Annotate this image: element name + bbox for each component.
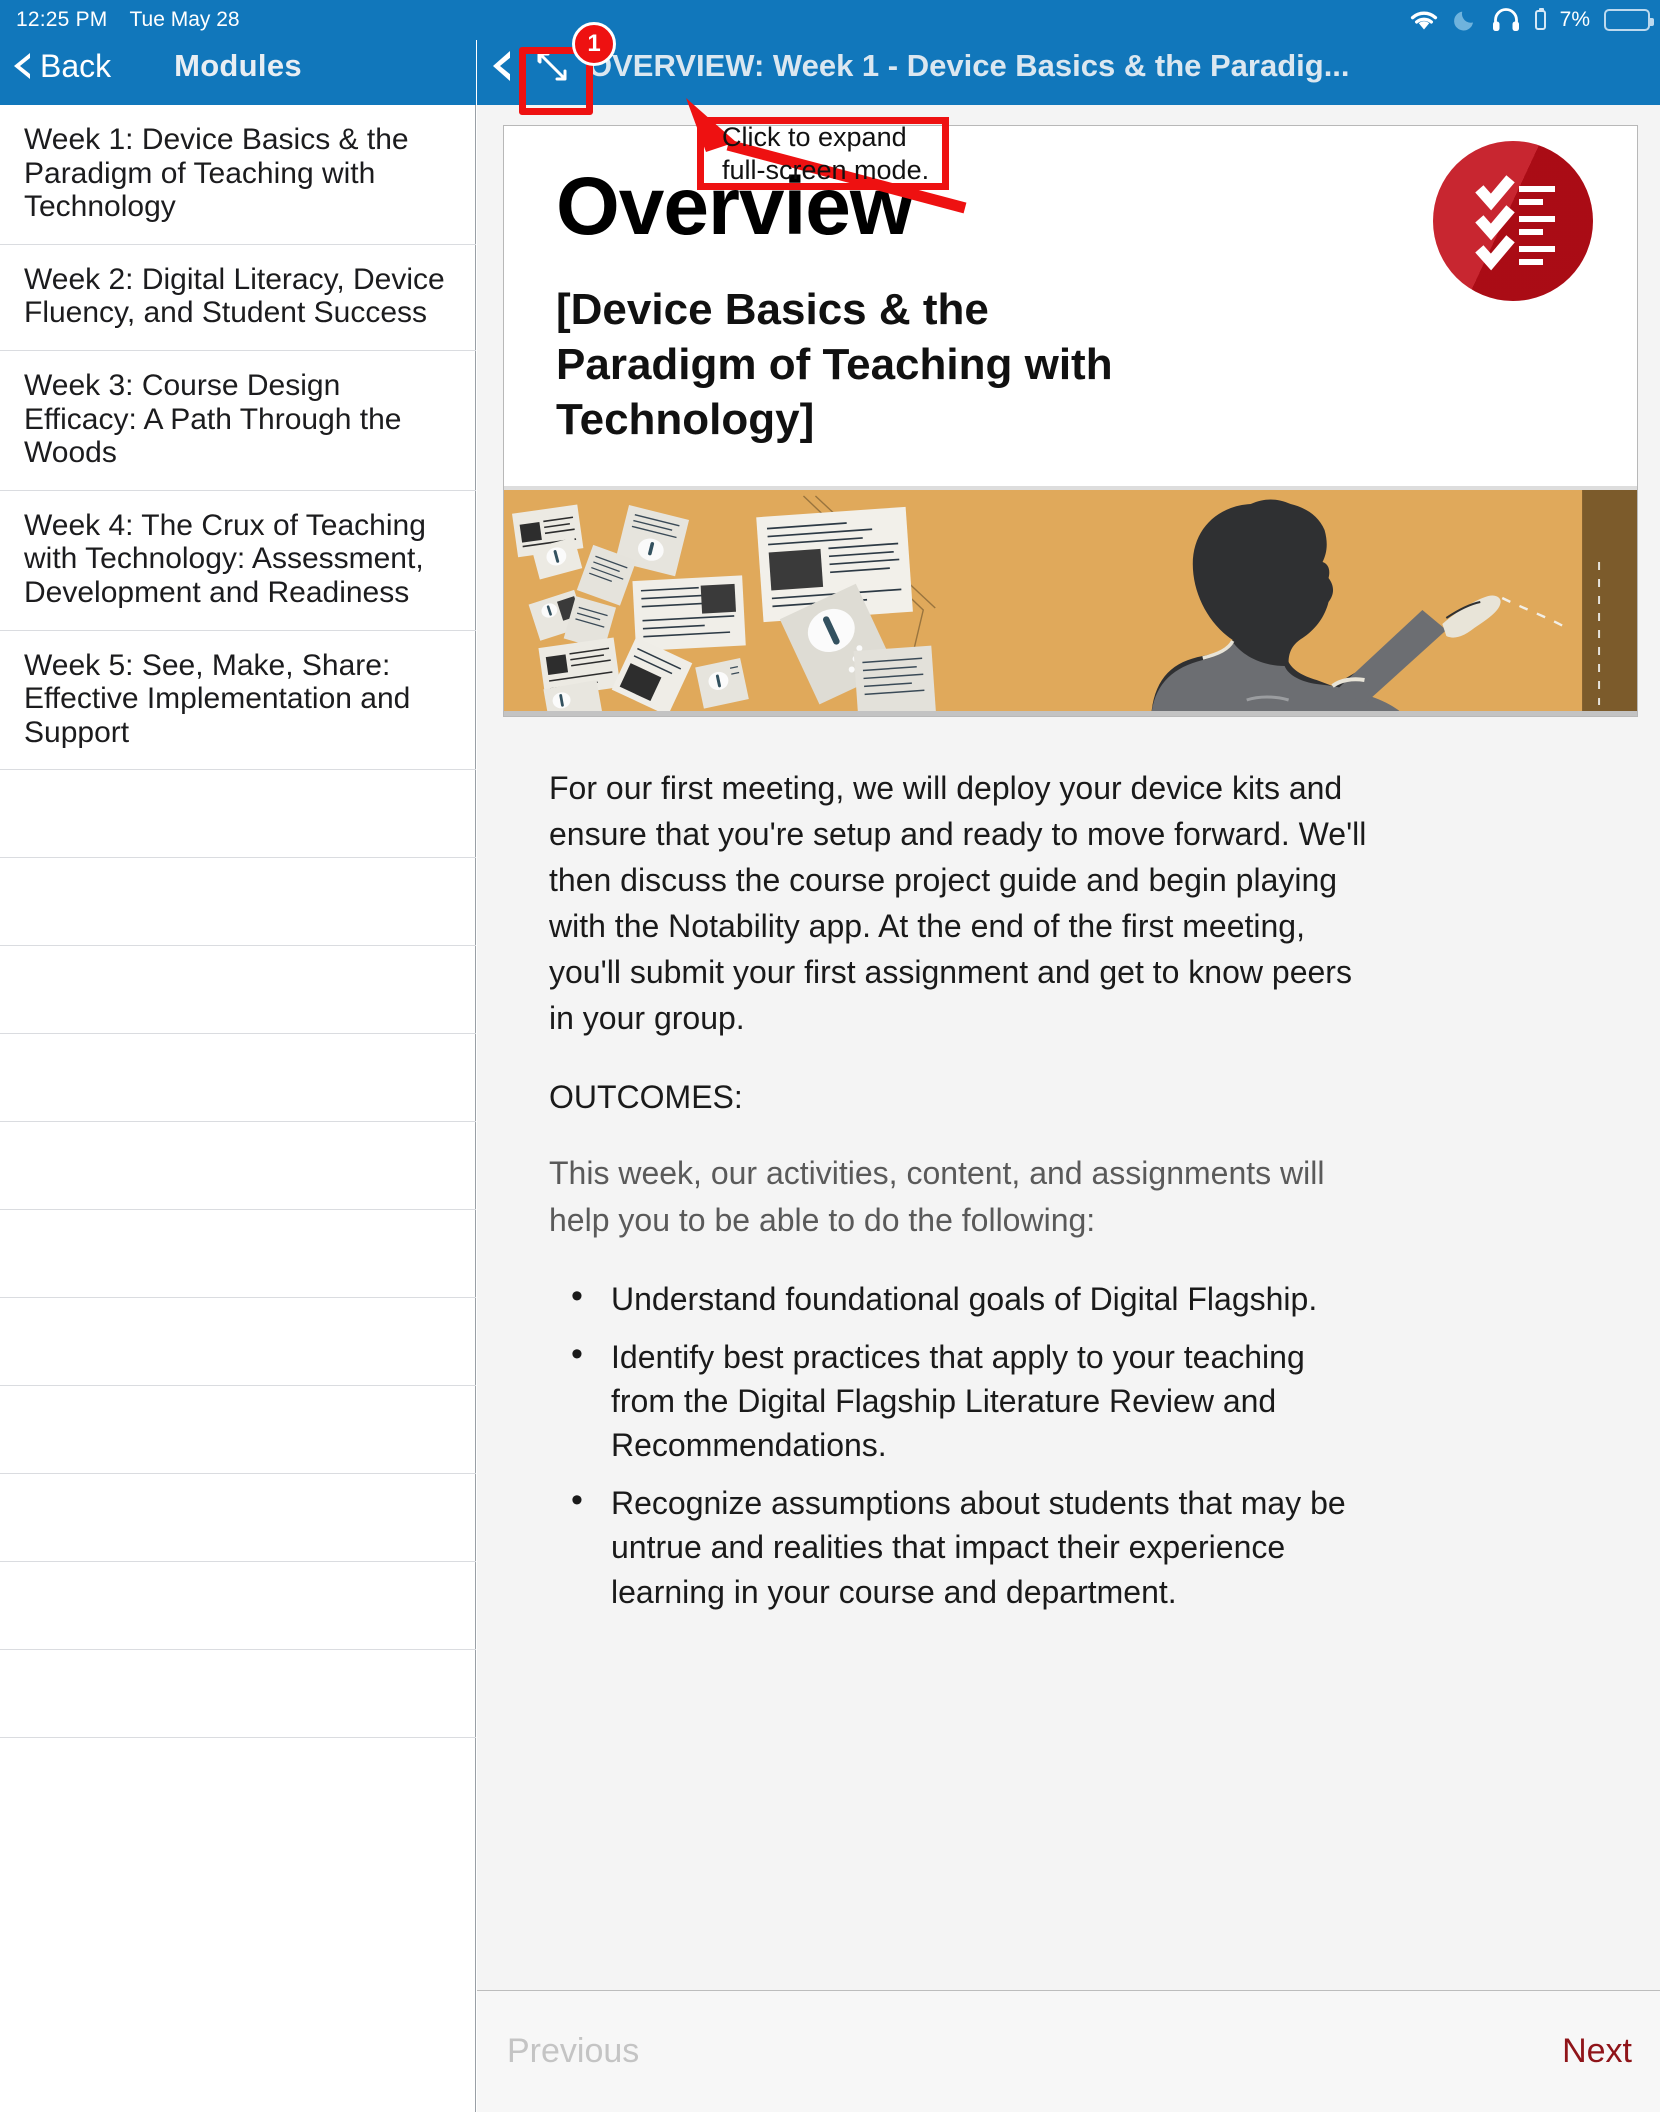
module-list-item[interactable]: Week 4: The Crux of Teaching with Techno… bbox=[0, 491, 476, 631]
pager-footer: Previous Next bbox=[477, 1990, 1660, 2112]
module-list-empty-row bbox=[0, 1650, 476, 1739]
slide-card: Overview [Device Basics & the Paradigm o… bbox=[503, 125, 1638, 717]
module-list-empty-row bbox=[0, 1034, 476, 1123]
battery-percent: 7% bbox=[1559, 8, 1590, 31]
annotation-callout-line-1: Click to expand bbox=[722, 121, 907, 152]
module-list-empty-row bbox=[0, 946, 476, 1035]
status-date: Tue May 28 bbox=[129, 8, 240, 31]
module-list-empty-row bbox=[0, 1474, 476, 1563]
status-bar-right: 7% bbox=[1409, 8, 1660, 32]
battery-icon bbox=[1604, 9, 1654, 31]
annotation-step-badge: 1 bbox=[572, 22, 616, 66]
module-list-item[interactable]: Week 2: Digital Literacy, Device Fluency… bbox=[0, 245, 476, 351]
module-list-empty-row bbox=[0, 858, 476, 947]
headphones-icon bbox=[1491, 8, 1521, 32]
back-button[interactable]: Back bbox=[0, 48, 111, 85]
outcomes-bullet-list: Understand foundational goals of Digital… bbox=[549, 1273, 1598, 1614]
module-list-empty-row bbox=[0, 1298, 476, 1387]
module-list[interactable]: Week 1: Device Basics & the Paradigm of … bbox=[0, 105, 476, 1739]
content-scroll-area[interactable]: Overview [Device Basics & the Paradigm o… bbox=[477, 105, 1660, 1990]
status-bar: 12:25 PM Tue May 28 7% bbox=[0, 0, 1660, 40]
chevron-left-icon bbox=[14, 53, 30, 79]
expand-fullscreen-button[interactable] bbox=[526, 40, 578, 92]
teacher-writing-on-wall-illustration bbox=[504, 486, 1637, 716]
app-screen: 12:25 PM Tue May 28 7% Back Modules Week… bbox=[0, 0, 1660, 2112]
module-list-empty-row bbox=[0, 1210, 476, 1299]
intro-paragraph: For our first meeting, we will deploy yo… bbox=[549, 770, 1367, 1037]
outcome-bullet: Recognize assumptions about students tha… bbox=[571, 1477, 1361, 1613]
content-navbar-row: OVERVIEW: Week 1 - Device Basics & the P… bbox=[477, 37, 1660, 95]
module-list-empty-row bbox=[0, 1562, 476, 1651]
body-area: For our first meeting, we will deploy yo… bbox=[477, 717, 1660, 1614]
outcomes-label: OUTCOMES: bbox=[549, 1079, 743, 1116]
module-list-item[interactable]: Week 1: Device Basics & the Paradigm of … bbox=[0, 105, 476, 245]
outcomes-intro: This week, our activities, content, and … bbox=[549, 1155, 1325, 1238]
module-list-empty-row bbox=[0, 1122, 476, 1211]
slide-subheading: [Device Basics & the Paradigm of Teachin… bbox=[556, 285, 1113, 444]
previous-button[interactable]: Previous bbox=[507, 2032, 639, 2071]
small-battery-icon bbox=[1534, 8, 1546, 30]
module-list-empty-row bbox=[0, 770, 476, 859]
outcome-bullet: Understand foundational goals of Digital… bbox=[571, 1273, 1361, 1321]
slide-header: Overview [Device Basics & the Paradigm o… bbox=[504, 126, 1637, 486]
checklist-circle-icon bbox=[1433, 141, 1593, 301]
moon-do-not-disturb-icon bbox=[1453, 8, 1477, 32]
outcome-bullet: Identify best practices that apply to yo… bbox=[571, 1331, 1361, 1467]
wifi-icon bbox=[1409, 9, 1439, 31]
content-pane: OVERVIEW: Week 1 - Device Basics & the P… bbox=[477, 0, 1660, 2112]
module-list-item[interactable]: Week 3: Course Design Efficacy: A Path T… bbox=[0, 351, 476, 491]
back-button-label: Back bbox=[40, 47, 112, 84]
status-bar-left: 12:25 PM Tue May 28 bbox=[0, 8, 240, 32]
module-list-item[interactable]: Week 5: See, Make, Share: Effective Impl… bbox=[0, 631, 476, 771]
annotation-callout-line-2: full-screen mode. bbox=[722, 154, 930, 185]
annotation-callout: Click to expand full-screen mode. bbox=[697, 117, 949, 190]
sidebar-navbar-row: Back Modules bbox=[0, 39, 476, 93]
content-back-chevron-icon[interactable] bbox=[493, 51, 511, 81]
modules-sidebar: Back Modules Week 1: Device Basics & the… bbox=[0, 0, 476, 2112]
next-button[interactable]: Next bbox=[1562, 2032, 1632, 2071]
status-time: 12:25 PM bbox=[16, 8, 108, 31]
module-list-empty-row bbox=[0, 1386, 476, 1475]
content-title: OVERVIEW: Week 1 - Device Basics & the P… bbox=[588, 48, 1350, 83]
